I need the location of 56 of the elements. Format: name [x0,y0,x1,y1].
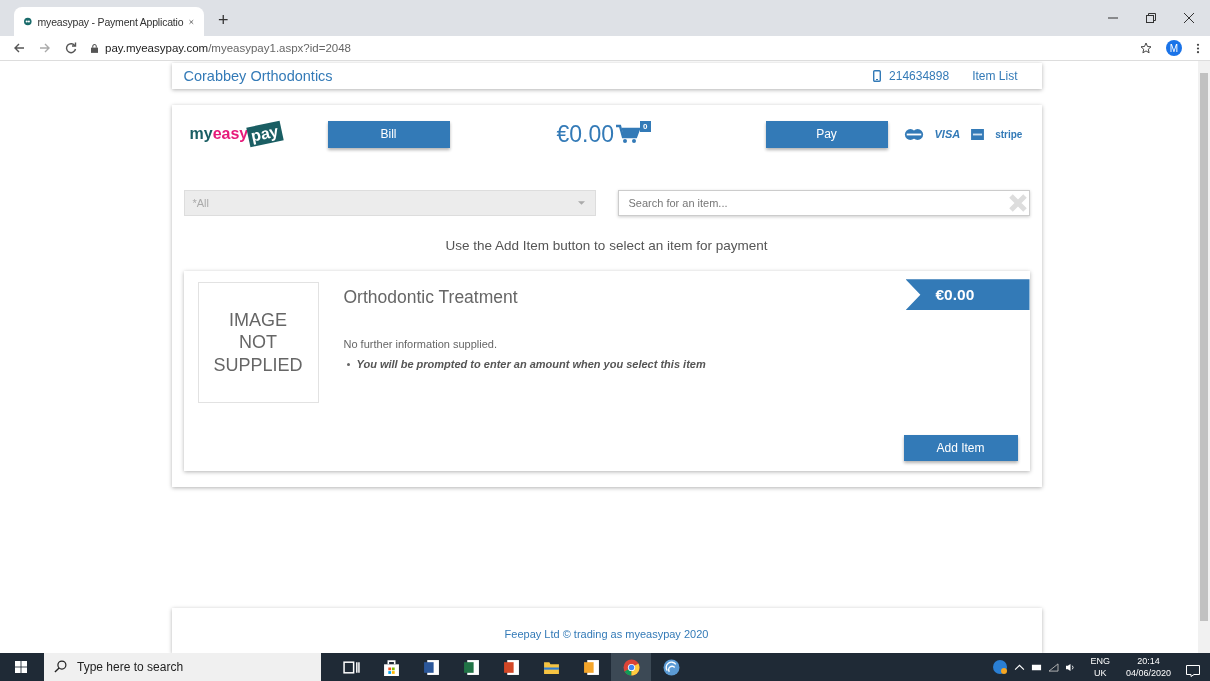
cart-count-badge: 0 [640,120,651,132]
pay-button[interactable]: Pay [765,120,888,148]
scrollbar[interactable] [1198,61,1210,653]
restore-icon[interactable] [1146,13,1156,23]
reload-icon[interactable] [65,42,77,54]
menu-icon[interactable] [1196,42,1200,54]
item-note: You will be prompted to enter an amount when you select this item [356,358,706,371]
search-field[interactable]: Search for an item... [617,190,1030,217]
language-indicator[interactable]: ENG UK [1090,655,1110,679]
star-icon[interactable] [1140,42,1152,54]
phone-icon [873,70,882,83]
browser-tab[interactable]: myeasypay - Payment Applicatio [14,7,204,36]
bullet-icon [346,362,350,366]
add-item-button[interactable]: Add Item [903,435,1018,462]
placeholder-text: IMAGE [229,308,287,332]
cart-total: €0.00 [556,120,615,148]
document-icon [502,658,520,676]
mastercard-icon [903,128,924,140]
chrome-icon [622,658,640,676]
profile-avatar[interactable]: M [1166,40,1182,56]
instruction-text: Use the Add Item button to select an item for payment [444,238,769,254]
volume-icon[interactable] [1065,662,1077,672]
stripe-logo: stripe [995,128,1023,140]
phone-number: 214634898 [889,69,950,84]
new-tab-button[interactable]: + [218,10,229,31]
caret-icon [577,201,585,206]
shopping-bag-icon [382,658,400,676]
chevron-up-icon[interactable] [1014,662,1026,672]
windows-start-icon[interactable] [15,661,27,673]
document-icon [582,658,600,676]
lock-icon [91,43,98,53]
document-icon [462,658,480,676]
scrollbar-thumb[interactable] [1200,73,1208,621]
help-icon[interactable] [992,659,1009,675]
business-name[interactable]: Corabbey Orthodontics [183,68,333,85]
bill-button[interactable]: Bill [327,120,450,148]
taskbar-search-field[interactable]: Type here to search [44,653,321,681]
item-list-link[interactable]: Item List [972,69,1018,84]
copyright-text: Feepay Ltd © trading as myeasypay 2020 [504,628,709,641]
item-description: No further information supplied. [343,338,498,351]
placeholder-text: SUPPLIED [213,353,303,377]
task-view-icon [342,658,360,676]
swirl-icon [662,658,680,676]
document-icon [422,658,440,676]
site-icon [24,15,32,28]
cart-icon[interactable] [616,123,641,144]
back-icon[interactable] [13,42,25,54]
taskbar-app[interactable] [611,653,651,681]
clock[interactable]: 20:14 04/06/2020 [1125,655,1171,679]
close-icon[interactable] [1184,13,1194,23]
placeholder-text: NOT [239,331,277,354]
notification-icon[interactable] [1183,665,1200,677]
item-title: Orthodontic Treatment [343,287,519,309]
visa-logo: VISA [934,128,961,141]
price-tag: €0.00 [905,279,1030,311]
address-bar[interactable]: pay.myeasypay.com/myeasypay1.aspx?id=2048 [91,37,1126,59]
